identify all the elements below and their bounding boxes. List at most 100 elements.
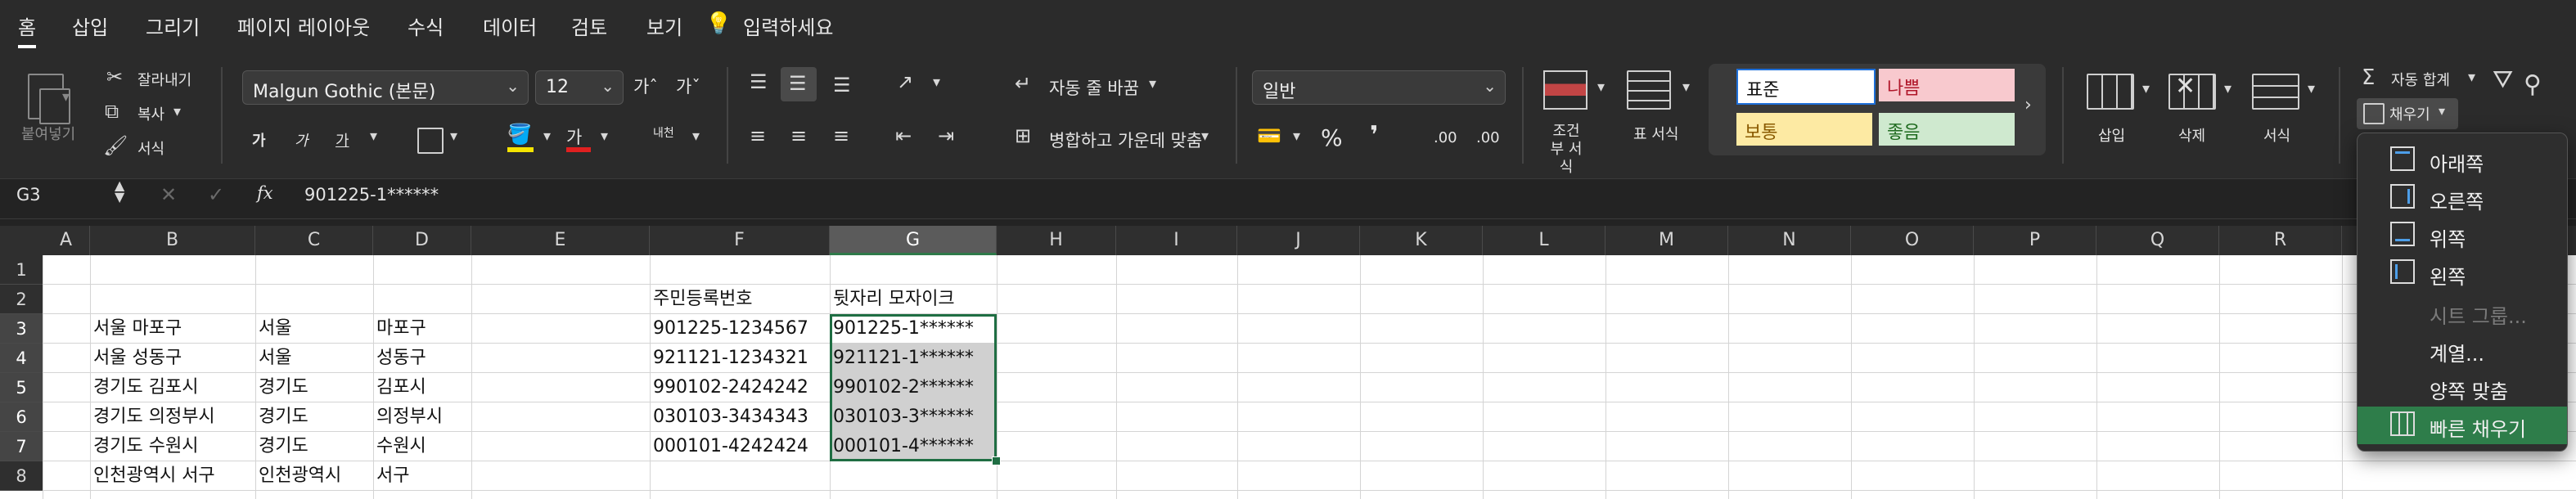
column-header-j[interactable]: J xyxy=(1237,226,1360,255)
column-header-l[interactable]: L xyxy=(1483,226,1605,255)
cell-b8[interactable]: 인천광역시 서구 xyxy=(90,461,215,491)
fill-menu-item-right[interactable]: 오른쪽 xyxy=(2358,179,2567,217)
cell-f3[interactable]: 901225-1234567 xyxy=(650,314,808,344)
column-header-f[interactable]: F xyxy=(650,226,830,255)
increase-decimal-button[interactable]: .00 xyxy=(1434,129,1457,146)
bold-button[interactable]: 가 xyxy=(252,129,266,151)
row-header-7[interactable]: 7 xyxy=(0,432,43,461)
cell-g4[interactable]: 921121-1****** xyxy=(830,344,974,373)
fill-handle[interactable] xyxy=(992,456,1001,465)
row-header-6[interactable]: 6 xyxy=(0,402,43,432)
percent-button[interactable]: % xyxy=(1321,124,1343,151)
align-bottom-icon[interactable]: ☰ xyxy=(833,74,851,97)
underline-button[interactable]: 가 xyxy=(336,129,349,151)
cell-b4[interactable]: 서울 성동구 xyxy=(90,344,182,373)
row-header-5[interactable]: 5 xyxy=(0,373,43,402)
grow-font-button[interactable]: 가ˆ xyxy=(633,74,658,98)
cell-g2[interactable]: 뒷자리 모자이크 xyxy=(830,285,955,314)
font-size-select[interactable]: 12 ⌄ xyxy=(535,70,624,105)
paste-button[interactable] xyxy=(21,69,79,126)
name-box-stepper-icon[interactable]: ▲ ▼ xyxy=(115,179,124,204)
font-color-button[interactable]: 가 xyxy=(566,124,582,149)
decrease-decimal-button[interactable]: .00 xyxy=(1476,129,1500,146)
column-header-h[interactable]: H xyxy=(997,226,1116,255)
format-cells-icon[interactable] xyxy=(2252,74,2299,110)
column-header-r[interactable]: R xyxy=(2219,226,2342,255)
font-name-select[interactable]: Malgun Gothic (본문) ⌄ xyxy=(242,70,529,105)
style-good[interactable]: 좋음 xyxy=(1879,113,2015,146)
cell-d3[interactable]: 마포구 xyxy=(373,314,426,344)
tab-page-layout[interactable]: 페이지 레이아웃 xyxy=(237,11,370,40)
tab-home[interactable]: 홈 xyxy=(18,11,37,48)
cancel-icon[interactable]: ✕ xyxy=(160,183,177,206)
tell-me-search[interactable]: 입력하세요 xyxy=(743,11,833,40)
cell-b3[interactable]: 서울 마포구 xyxy=(90,314,182,344)
comma-button[interactable]: ❜ xyxy=(1370,121,1378,150)
align-center-icon[interactable]: ≡ xyxy=(790,124,807,147)
select-all-corner[interactable] xyxy=(0,226,43,255)
cell-g7[interactable]: 000101-4****** xyxy=(830,432,974,461)
row-header-4[interactable]: 4 xyxy=(0,344,43,373)
fill-menu-item-series[interactable]: 계열... xyxy=(2358,331,2567,369)
phonetic-button[interactable]: 내천 xyxy=(653,124,674,141)
column-header-p[interactable]: P xyxy=(1974,226,2096,255)
fill-menu-item-justify[interactable]: 양쪽 맞춤 xyxy=(2358,369,2567,407)
cell-f4[interactable]: 921121-1234321 xyxy=(650,344,808,373)
column-header-a[interactable]: A xyxy=(43,226,90,255)
cell-c7[interactable]: 경기도 xyxy=(255,432,308,461)
row-header-8[interactable]: 8 xyxy=(0,461,43,491)
cell-b6[interactable]: 경기도 의정부시 xyxy=(90,402,215,432)
cut-button[interactable]: 잘라내기 xyxy=(137,69,191,90)
column-header-k[interactable]: K xyxy=(1360,226,1483,255)
cell-b5[interactable]: 경기도 김포시 xyxy=(90,373,198,402)
formula-input[interactable]: 901225-1****** xyxy=(304,185,439,205)
column-header-c[interactable]: C xyxy=(255,226,373,255)
tab-view[interactable]: 보기 xyxy=(646,11,682,40)
cell-d7[interactable]: 수원시 xyxy=(373,432,426,461)
cell-g5[interactable]: 990102-2****** xyxy=(830,373,974,402)
row-header-3[interactable]: 3 xyxy=(0,314,43,344)
row-header-2[interactable]: 2 xyxy=(0,285,43,314)
column-header-g[interactable]: G xyxy=(830,226,997,255)
align-left-icon[interactable]: ≡ xyxy=(750,124,766,147)
column-header-n[interactable]: N xyxy=(1728,226,1851,255)
cell-f5[interactable]: 990102-2424242 xyxy=(650,373,808,402)
currency-icon[interactable]: 💳 xyxy=(1257,124,1281,147)
column-header-i[interactable]: I xyxy=(1116,226,1237,255)
wrap-text-button[interactable]: 자동 줄 바꿈 xyxy=(1049,75,1139,100)
cell-f6[interactable]: 030103-3434343 xyxy=(650,402,808,432)
column-header-e[interactable]: E xyxy=(471,226,650,255)
tab-formulas[interactable]: 수식 xyxy=(408,11,444,40)
cell-c5[interactable]: 경기도 xyxy=(255,373,308,402)
cell-g6[interactable]: 030103-3****** xyxy=(830,402,974,432)
tab-data[interactable]: 데이터 xyxy=(483,11,537,40)
row-header-1[interactable]: 1 xyxy=(0,255,43,285)
fill-menu-item-flash-fill[interactable]: 빠른 채우기 xyxy=(2358,407,2567,444)
format-painter-button[interactable]: 서식 xyxy=(137,137,164,159)
fill-menu-item-left[interactable]: 왼쪽 xyxy=(2358,254,2567,292)
tab-insert[interactable]: 삽입 xyxy=(72,11,108,40)
name-box[interactable]: G3 xyxy=(16,185,41,205)
cell-f2[interactable]: 주민등록번호 xyxy=(650,285,752,314)
align-top-icon[interactable]: ☰ xyxy=(750,70,768,93)
autosum-button[interactable]: 자동 합계 xyxy=(2391,69,2450,90)
cell-d8[interactable]: 서구 xyxy=(373,461,409,491)
column-header-o[interactable]: O xyxy=(1851,226,1974,255)
tab-draw[interactable]: 그리기 xyxy=(146,11,200,40)
fill-menu-item-up[interactable]: 위쪽 xyxy=(2358,217,2567,254)
borders-icon[interactable] xyxy=(417,128,444,154)
find-select-icon[interactable]: ⚲ xyxy=(2524,70,2542,99)
increase-indent-icon[interactable]: ⇥ xyxy=(938,124,954,147)
shrink-font-button[interactable]: 가ˇ xyxy=(676,74,700,98)
cell-d6[interactable]: 의정부시 xyxy=(373,402,443,432)
tab-review[interactable]: 검토 xyxy=(571,11,607,40)
cell-f7[interactable]: 000101-4242424 xyxy=(650,432,808,461)
decrease-indent-icon[interactable]: ⇤ xyxy=(895,124,912,147)
orientation-icon[interactable]: ↗ xyxy=(897,70,913,93)
style-normal[interactable]: 표준 xyxy=(1736,69,1876,105)
function-icon[interactable]: fx xyxy=(257,183,273,203)
chevron-right-icon[interactable]: › xyxy=(2024,95,2032,115)
cell-b7[interactable]: 경기도 수원시 xyxy=(90,432,198,461)
column-header-m[interactable]: M xyxy=(1605,226,1728,255)
column-header-d[interactable]: D xyxy=(373,226,471,255)
